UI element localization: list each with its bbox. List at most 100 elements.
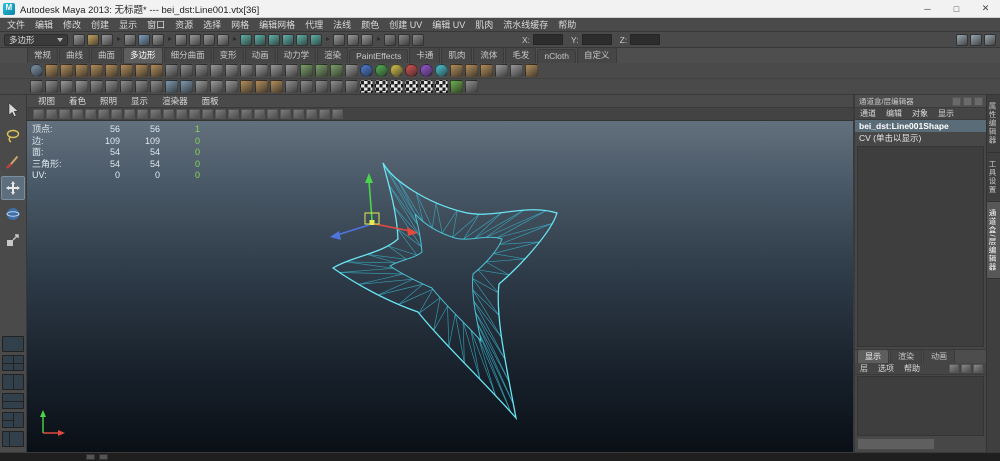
lasso-tool-button[interactable] xyxy=(1,124,25,148)
viewport-toolbar-icon-4[interactable] xyxy=(72,109,83,119)
boolean-union-icon[interactable] xyxy=(255,64,268,77)
scene-save-icon[interactable] xyxy=(101,34,113,46)
soften-edge-icon[interactable] xyxy=(300,80,313,93)
menubar-item-编辑网格[interactable]: 编辑网格 xyxy=(254,18,300,31)
cleanup-icon[interactable] xyxy=(210,80,223,93)
layout-two-pane-stacked-button[interactable] xyxy=(2,393,24,409)
uv-checker-4-icon[interactable] xyxy=(405,80,418,93)
select-by-hierarchy-icon[interactable] xyxy=(124,34,136,46)
channelbox-menu-显示[interactable]: 显示 xyxy=(933,108,959,119)
channel-box-pin-icon[interactable] xyxy=(974,97,983,106)
statusline-divider-2[interactable] xyxy=(166,33,173,46)
edit-edge-flow-icon[interactable] xyxy=(105,80,118,93)
separate-icon[interactable] xyxy=(225,64,238,77)
move-tool-button[interactable] xyxy=(1,176,25,200)
material-ball-red-icon[interactable] xyxy=(405,64,418,77)
statusline-divider-4[interactable] xyxy=(324,33,331,46)
menubar-item-文件[interactable]: 文件 xyxy=(2,18,30,31)
viewport-toolbar-icon-2[interactable] xyxy=(46,109,57,119)
viewport-toolbar-icon-21[interactable] xyxy=(293,109,304,119)
poly-soccer-ball-icon[interactable] xyxy=(180,64,193,77)
shelf-tab-曲面[interactable]: 曲面 xyxy=(91,48,122,63)
menubar-item-流水线缓存[interactable]: 流水线缓存 xyxy=(498,18,553,31)
split-mesh-icon[interactable] xyxy=(180,80,193,93)
viewport-menu-着色[interactable]: 着色 xyxy=(62,95,93,107)
scene-open-icon[interactable] xyxy=(87,34,99,46)
side-tab-通道盒/层编辑器[interactable]: 通道盒/层编辑器 xyxy=(987,202,1000,280)
boolean-difference-icon[interactable] xyxy=(270,64,283,77)
shelf-tab-nCloth[interactable]: nCloth xyxy=(537,49,576,63)
menubar-item-编辑 UV[interactable]: 编辑 UV xyxy=(427,18,470,31)
render-current-frame-icon[interactable] xyxy=(384,34,396,46)
viewport-toolbar-icon-8[interactable] xyxy=(124,109,135,119)
menuset-dropdown[interactable]: 多边形 xyxy=(4,34,68,46)
material-ball-green-icon[interactable] xyxy=(375,64,388,77)
poly-prism-icon[interactable] xyxy=(120,64,133,77)
bevel-icon[interactable] xyxy=(525,64,538,77)
poly-plane-icon[interactable] xyxy=(90,64,103,77)
channel-box-cv-row[interactable]: CV (单击以显示) xyxy=(855,132,986,144)
combine-icon[interactable] xyxy=(210,64,223,77)
make-live-icon[interactable] xyxy=(310,34,322,46)
shelf-tab-自定义[interactable]: 自定义 xyxy=(577,48,617,63)
selection-mask-lines-icon[interactable] xyxy=(203,34,215,46)
append-polygon-icon[interactable] xyxy=(480,64,493,77)
mirror-geometry-icon[interactable] xyxy=(345,64,358,77)
toggle-attribute-editor-icon[interactable] xyxy=(956,34,968,46)
viewport-toolbar-icon-10[interactable] xyxy=(150,109,161,119)
scene-new-icon[interactable] xyxy=(73,34,85,46)
uv-checker-5-icon[interactable] xyxy=(420,80,433,93)
quadrangulate-icon[interactable] xyxy=(330,64,343,77)
viewport-menu-面板[interactable]: 面板 xyxy=(195,95,226,107)
uv-texture-editor-icon[interactable] xyxy=(465,80,478,93)
render-settings-icon[interactable] xyxy=(412,34,424,46)
channel-box-object-row[interactable]: bei_dst:Line001Shape xyxy=(855,120,986,132)
menubar-item-网格[interactable]: 网格 xyxy=(226,18,254,31)
poly-pipe-icon[interactable] xyxy=(150,64,163,77)
boolean-intersection-icon[interactable] xyxy=(285,64,298,77)
layer-tab-动画[interactable]: 动画 xyxy=(923,349,955,363)
snap-to-point-icon[interactable] xyxy=(268,34,280,46)
viewport-toolbar-icon-19[interactable] xyxy=(267,109,278,119)
viewport-toolbar-icon-13[interactable] xyxy=(189,109,200,119)
viewport-toolbar-icon-12[interactable] xyxy=(176,109,187,119)
shelf-tab-卡通[interactable]: 卡通 xyxy=(409,48,440,63)
maximize-button[interactable]: □ xyxy=(942,0,971,17)
poly-platonic-solid-icon[interactable] xyxy=(195,64,208,77)
material-ball-teal-icon[interactable] xyxy=(435,64,448,77)
bridge-icon[interactable] xyxy=(465,64,478,77)
menubar-item-窗口[interactable]: 窗口 xyxy=(142,18,170,31)
channelbox-menu-通道[interactable]: 通道 xyxy=(855,108,881,119)
material-ball-blue-icon[interactable] xyxy=(360,64,373,77)
snap-to-projected-center-icon[interactable] xyxy=(282,34,294,46)
shelf-tab-毛发[interactable]: 毛发 xyxy=(505,48,536,63)
viewport-toolbar-icon-24[interactable] xyxy=(332,109,343,119)
toggle-channel-box-icon[interactable] xyxy=(984,34,996,46)
shelf-tab-动画[interactable]: 动画 xyxy=(245,48,276,63)
selection-mask-surfaces-icon[interactable] xyxy=(217,34,229,46)
snap-to-curve-icon[interactable] xyxy=(254,34,266,46)
y-axis-handle[interactable] xyxy=(365,173,373,183)
snap-to-view-plane-icon[interactable] xyxy=(296,34,308,46)
viewport-toolbar-icon-6[interactable] xyxy=(98,109,109,119)
scale-tool-button[interactable] xyxy=(1,228,25,252)
layer-tab-显示[interactable]: 显示 xyxy=(857,349,889,363)
coord-input-1[interactable] xyxy=(582,34,612,45)
poly-cube-icon[interactable] xyxy=(45,64,58,77)
coord-input-2[interactable] xyxy=(630,34,660,45)
layout-outliner-persp-button[interactable] xyxy=(2,431,24,447)
shelf-tab-肌肉[interactable]: 肌肉 xyxy=(441,48,472,63)
split-polygon-icon[interactable] xyxy=(495,64,508,77)
menubar-item-创建 UV[interactable]: 创建 UV xyxy=(384,18,427,31)
layout-four-pane-button[interactable] xyxy=(2,355,24,371)
harden-edge-icon[interactable] xyxy=(315,80,328,93)
layer-list[interactable] xyxy=(857,376,984,436)
paint-select-tool-button[interactable] xyxy=(1,150,25,174)
menubar-item-帮助[interactable]: 帮助 xyxy=(553,18,581,31)
crease-tool-icon[interactable] xyxy=(90,80,103,93)
menubar-item-肌肉[interactable]: 肌肉 xyxy=(470,18,498,31)
menubar-item-创建[interactable]: 创建 xyxy=(86,18,114,31)
input-connections-icon[interactable] xyxy=(333,34,345,46)
menubar-item-修改[interactable]: 修改 xyxy=(58,18,86,31)
shelf-tab-多边形[interactable]: 多边形 xyxy=(123,48,163,63)
